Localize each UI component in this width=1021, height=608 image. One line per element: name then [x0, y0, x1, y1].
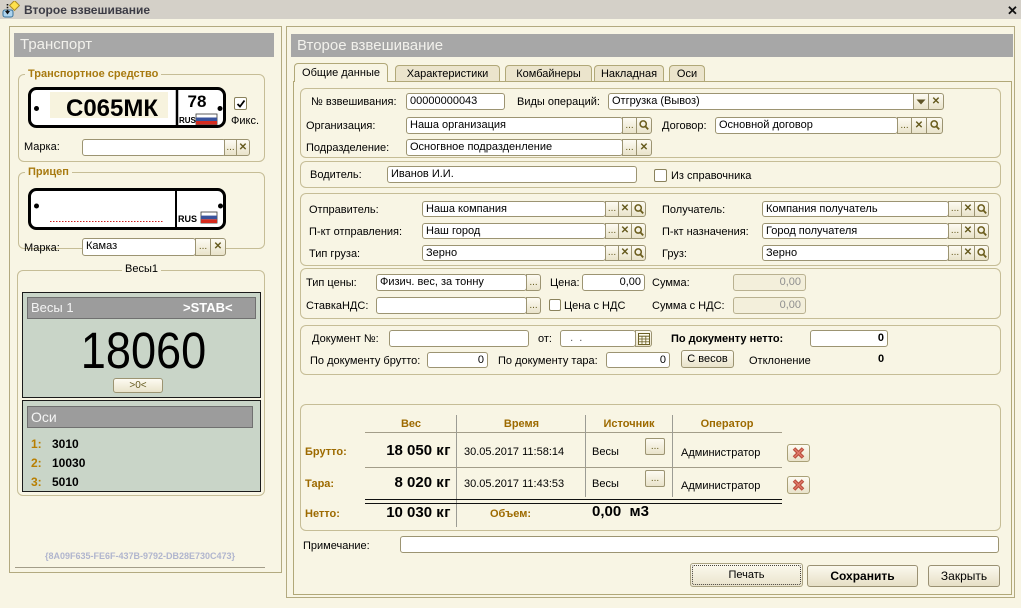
- svg-text:RUS: RUS: [178, 214, 197, 224]
- svg-text:С065МК: С065МК: [66, 95, 158, 122]
- svg-text:RUS: RUS: [179, 116, 197, 125]
- svg-text:78: 78: [188, 92, 207, 111]
